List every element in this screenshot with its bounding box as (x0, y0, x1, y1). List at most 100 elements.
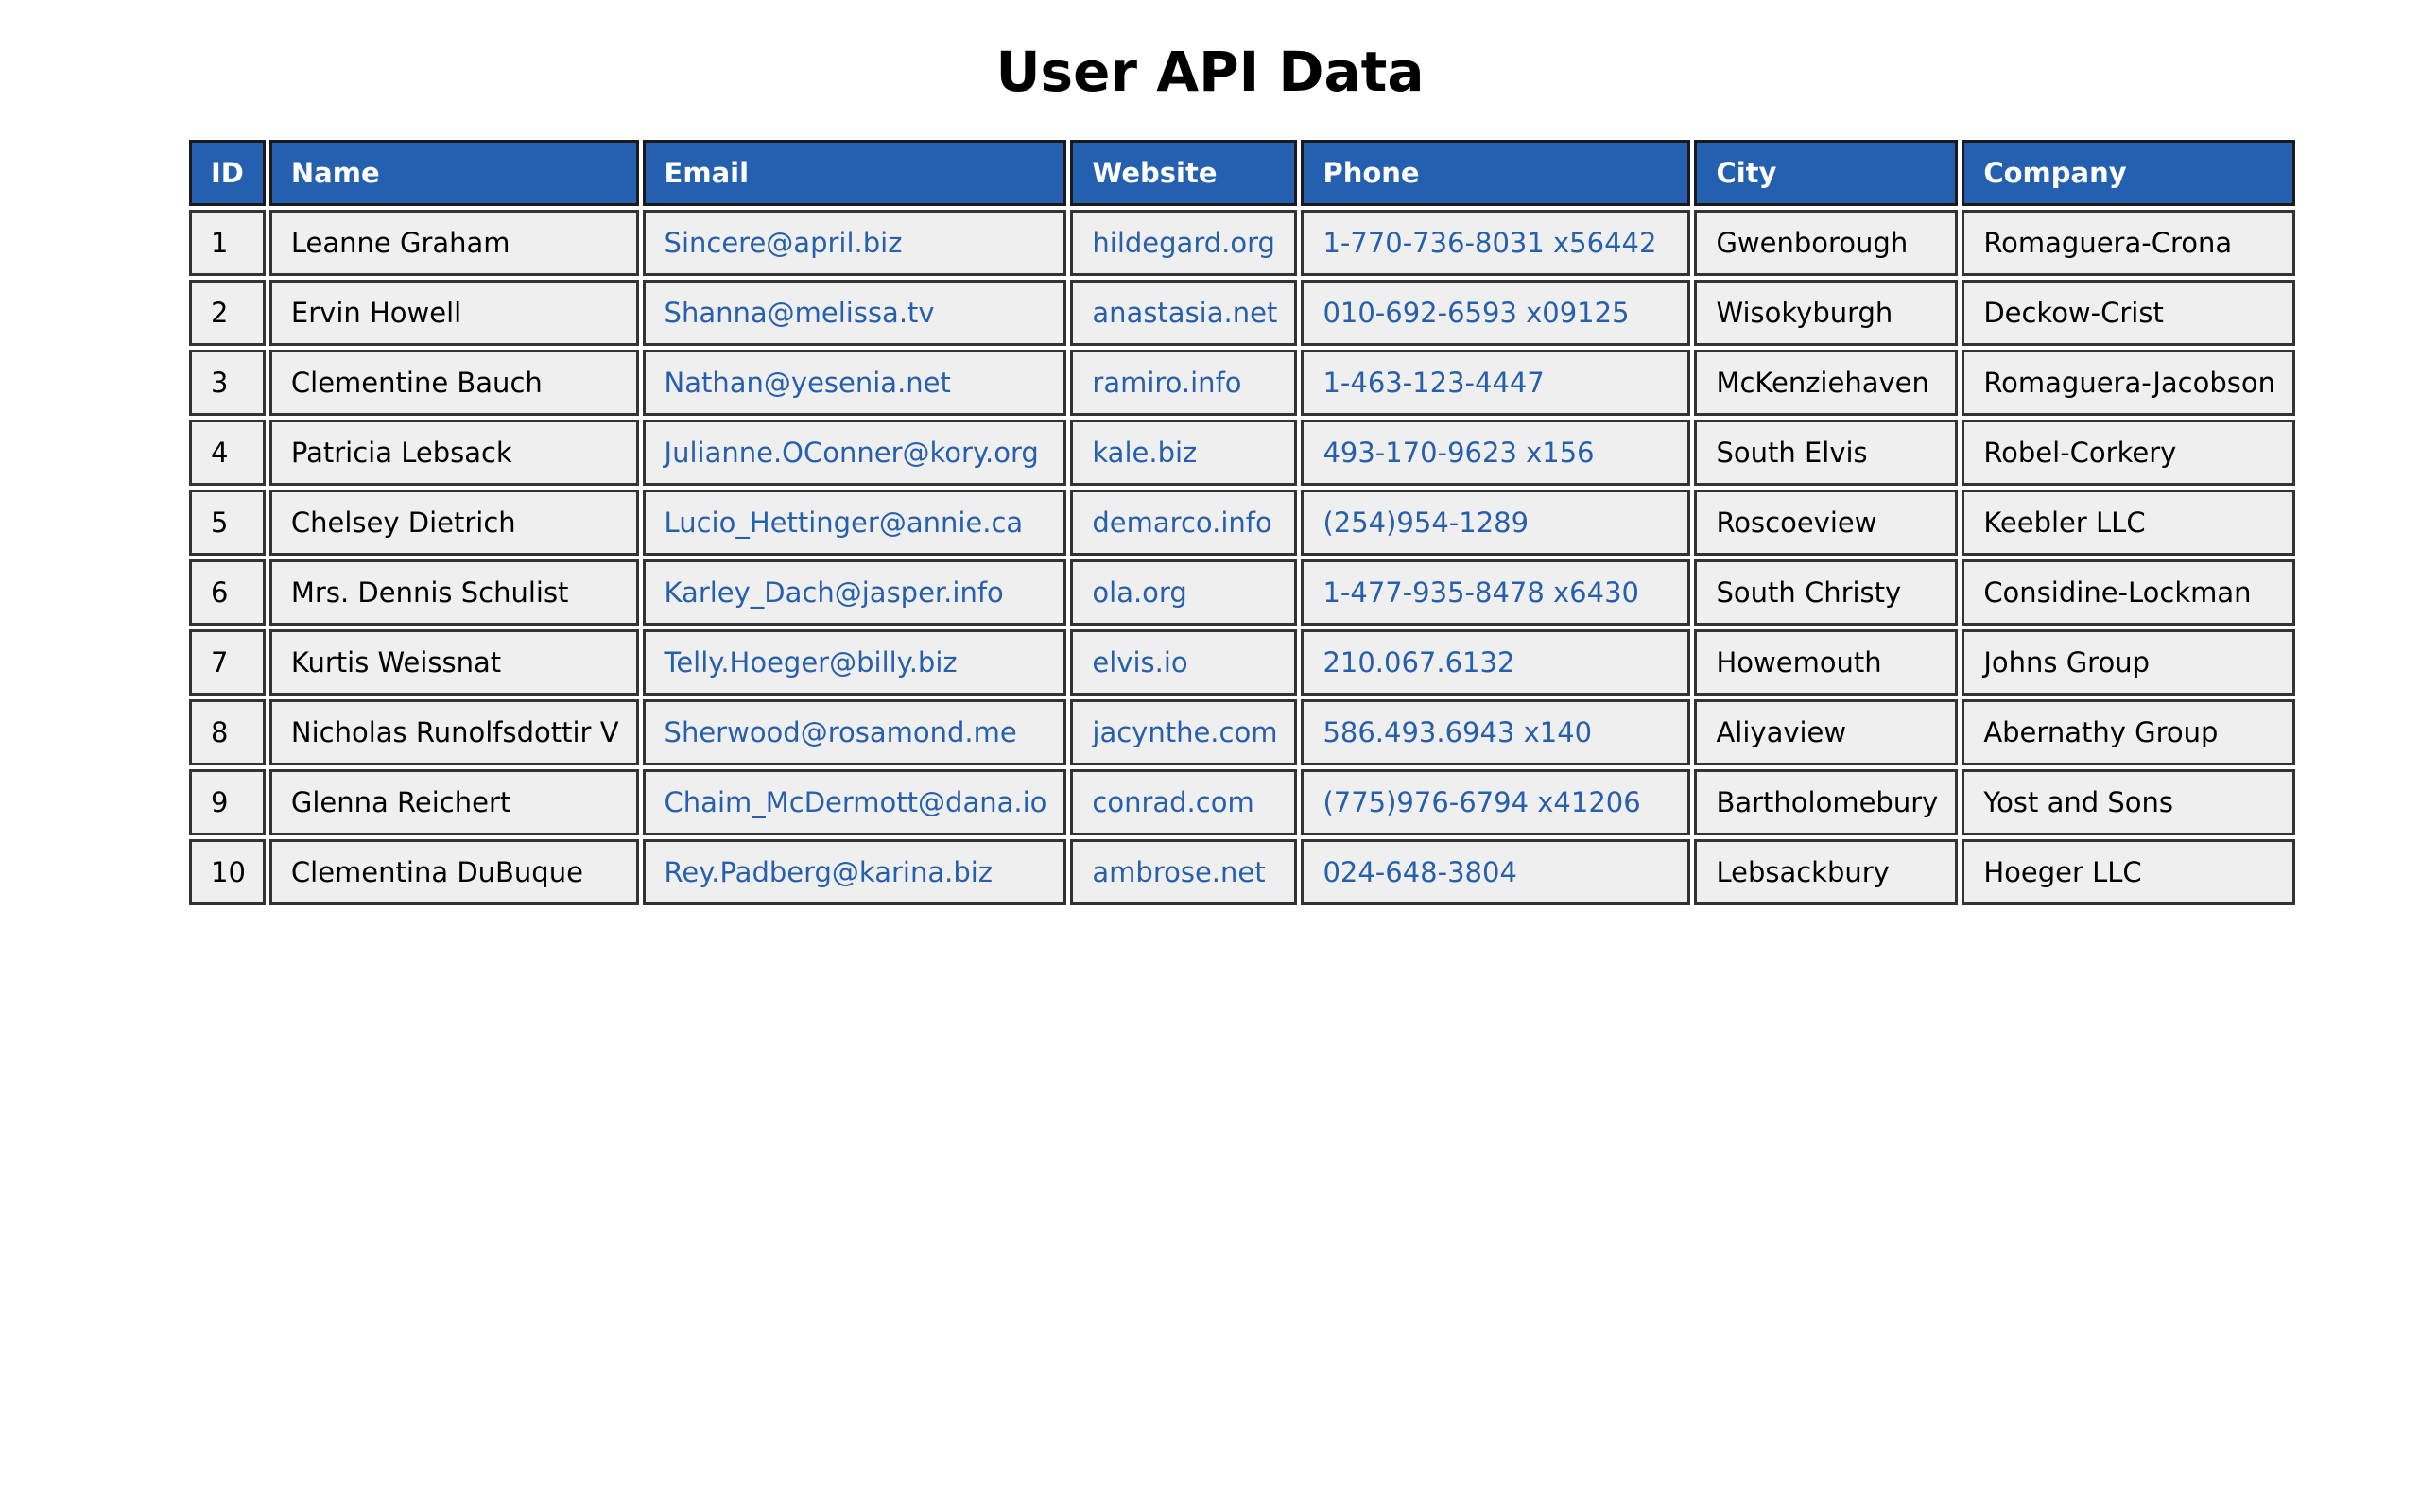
cell-company: Yost and Sons (1962, 769, 2295, 835)
email-link[interactable]: Shanna@melissa.tv (665, 297, 935, 329)
table-row: 5 Chelsey Dietrich Lucio_Hettinger@annie… (189, 490, 2295, 556)
cell-phone: 010-692-6593 x09125 (1301, 280, 1691, 346)
phone-link[interactable]: 010-692-6593 x09125 (1322, 297, 1629, 329)
column-header-phone: Phone (1301, 140, 1691, 206)
cell-id: 10 (189, 839, 266, 905)
cell-company: Abernathy Group (1962, 699, 2295, 765)
cell-id: 9 (189, 769, 266, 835)
cell-name: Patricia Lebsack (268, 420, 639, 486)
cell-company: Romaguera-Jacobson (1962, 350, 2295, 416)
cell-city: Wisokyburgh (1694, 280, 1959, 346)
cell-website: ambrose.net (1070, 839, 1298, 905)
email-link[interactable]: Chaim_McDermott@dana.io (665, 786, 1047, 818)
website-link[interactable]: elvis.io (1092, 646, 1187, 679)
website-link[interactable]: kale.biz (1092, 437, 1197, 469)
cell-email: Sherwood@rosamond.me (642, 699, 1067, 765)
cell-id: 7 (189, 629, 266, 696)
email-link[interactable]: Nathan@yesenia.net (665, 367, 951, 399)
column-header-city: City (1694, 140, 1959, 206)
cell-city: Aliyaview (1694, 699, 1959, 765)
email-link[interactable]: Julianne.OConner@kory.org (665, 437, 1039, 469)
cell-phone: 493-170-9623 x156 (1301, 420, 1691, 486)
phone-link[interactable]: 493-170-9623 x156 (1322, 437, 1594, 469)
cell-email: Sincere@april.biz (642, 210, 1067, 276)
cell-city: Roscoeview (1694, 490, 1959, 556)
cell-email: Nathan@yesenia.net (642, 350, 1067, 416)
cell-email: Julianne.OConner@kory.org (642, 420, 1067, 486)
cell-name: Mrs. Dennis Schulist (268, 559, 639, 626)
cell-phone: 1-463-123-4447 (1301, 350, 1691, 416)
cell-city: Lebsackbury (1694, 839, 1959, 905)
cell-name: Clementina DuBuque (268, 839, 639, 905)
table-row: 1 Leanne Graham Sincere@april.biz hildeg… (189, 210, 2295, 276)
website-link[interactable]: hildegard.org (1092, 227, 1275, 259)
cell-id: 6 (189, 559, 266, 626)
website-link[interactable]: demarco.info (1092, 507, 1271, 539)
cell-company: Deckow-Crist (1962, 280, 2295, 346)
cell-id: 1 (189, 210, 266, 276)
cell-name: Clementine Bauch (268, 350, 639, 416)
phone-link[interactable]: 1-770-736-8031 x56442 (1322, 227, 1656, 259)
phone-link[interactable]: (775)976-6794 x41206 (1322, 786, 1640, 818)
website-link[interactable]: conrad.com (1092, 786, 1253, 818)
table-row: 3 Clementine Bauch Nathan@yesenia.net ra… (189, 350, 2295, 416)
cell-website: ramiro.info (1070, 350, 1298, 416)
table-row: 7 Kurtis Weissnat Telly.Hoeger@billy.biz… (189, 629, 2295, 696)
email-link[interactable]: Karley_Dach@jasper.info (665, 576, 1004, 609)
cell-website: ola.org (1070, 559, 1298, 626)
cell-company: Robel-Corkery (1962, 420, 2295, 486)
cell-city: Howemouth (1694, 629, 1959, 696)
cell-company: Considine-Lockman (1962, 559, 2295, 626)
cell-id: 8 (189, 699, 266, 765)
website-link[interactable]: ola.org (1092, 576, 1186, 609)
cell-id: 4 (189, 420, 266, 486)
phone-link[interactable]: 024-648-3804 (1322, 856, 1516, 888)
cell-website: jacynthe.com (1070, 699, 1298, 765)
cell-name: Ervin Howell (268, 280, 639, 346)
email-link[interactable]: Rey.Padberg@karina.biz (665, 856, 993, 888)
column-header-company: Company (1962, 140, 2295, 206)
email-link[interactable]: Sherwood@rosamond.me (665, 716, 1017, 748)
cell-phone: 586.493.6943 x140 (1301, 699, 1691, 765)
user-table: ID Name Email Website Phone City Company… (185, 136, 2299, 909)
phone-link[interactable]: 1-463-123-4447 (1322, 367, 1544, 399)
cell-company: Keebler LLC (1962, 490, 2295, 556)
cell-phone: (775)976-6794 x41206 (1301, 769, 1691, 835)
column-header-name: Name (268, 140, 639, 206)
cell-email: Rey.Padberg@karina.biz (642, 839, 1067, 905)
phone-link[interactable]: 210.067.6132 (1322, 646, 1514, 679)
cell-website: conrad.com (1070, 769, 1298, 835)
table-row: 6 Mrs. Dennis Schulist Karley_Dach@jaspe… (189, 559, 2295, 626)
cell-phone: 1-770-736-8031 x56442 (1301, 210, 1691, 276)
email-link[interactable]: Telly.Hoeger@billy.biz (665, 646, 958, 679)
cell-phone: (254)954-1289 (1301, 490, 1691, 556)
table-row: 8 Nicholas Runolfsdottir V Sherwood@rosa… (189, 699, 2295, 765)
column-header-email: Email (642, 140, 1067, 206)
cell-company: Johns Group (1962, 629, 2295, 696)
cell-city: South Christy (1694, 559, 1959, 626)
email-link[interactable]: Sincere@april.biz (665, 227, 903, 259)
cell-city: McKenziehaven (1694, 350, 1959, 416)
cell-email: Lucio_Hettinger@annie.ca (642, 490, 1067, 556)
website-link[interactable]: jacynthe.com (1092, 716, 1277, 748)
cell-email: Karley_Dach@jasper.info (642, 559, 1067, 626)
cell-city: Gwenborough (1694, 210, 1959, 276)
phone-link[interactable]: (254)954-1289 (1322, 507, 1529, 539)
cell-email: Telly.Hoeger@billy.biz (642, 629, 1067, 696)
cell-phone: 1-477-935-8478 x6430 (1301, 559, 1691, 626)
cell-website: hildegard.org (1070, 210, 1298, 276)
cell-city: South Elvis (1694, 420, 1959, 486)
phone-link[interactable]: 586.493.6943 x140 (1322, 716, 1592, 748)
email-link[interactable]: Lucio_Hettinger@annie.ca (665, 507, 1024, 539)
website-link[interactable]: anastasia.net (1092, 297, 1277, 329)
website-link[interactable]: ramiro.info (1092, 367, 1241, 399)
cell-company: Romaguera-Crona (1962, 210, 2295, 276)
cell-website: demarco.info (1070, 490, 1298, 556)
website-link[interactable]: ambrose.net (1092, 856, 1265, 888)
cell-name: Kurtis Weissnat (268, 629, 639, 696)
phone-link[interactable]: 1-477-935-8478 x6430 (1322, 576, 1639, 609)
cell-email: Chaim_McDermott@dana.io (642, 769, 1067, 835)
table-row: 4 Patricia Lebsack Julianne.OConner@kory… (189, 420, 2295, 486)
cell-name: Nicholas Runolfsdottir V (268, 699, 639, 765)
cell-name: Chelsey Dietrich (268, 490, 639, 556)
